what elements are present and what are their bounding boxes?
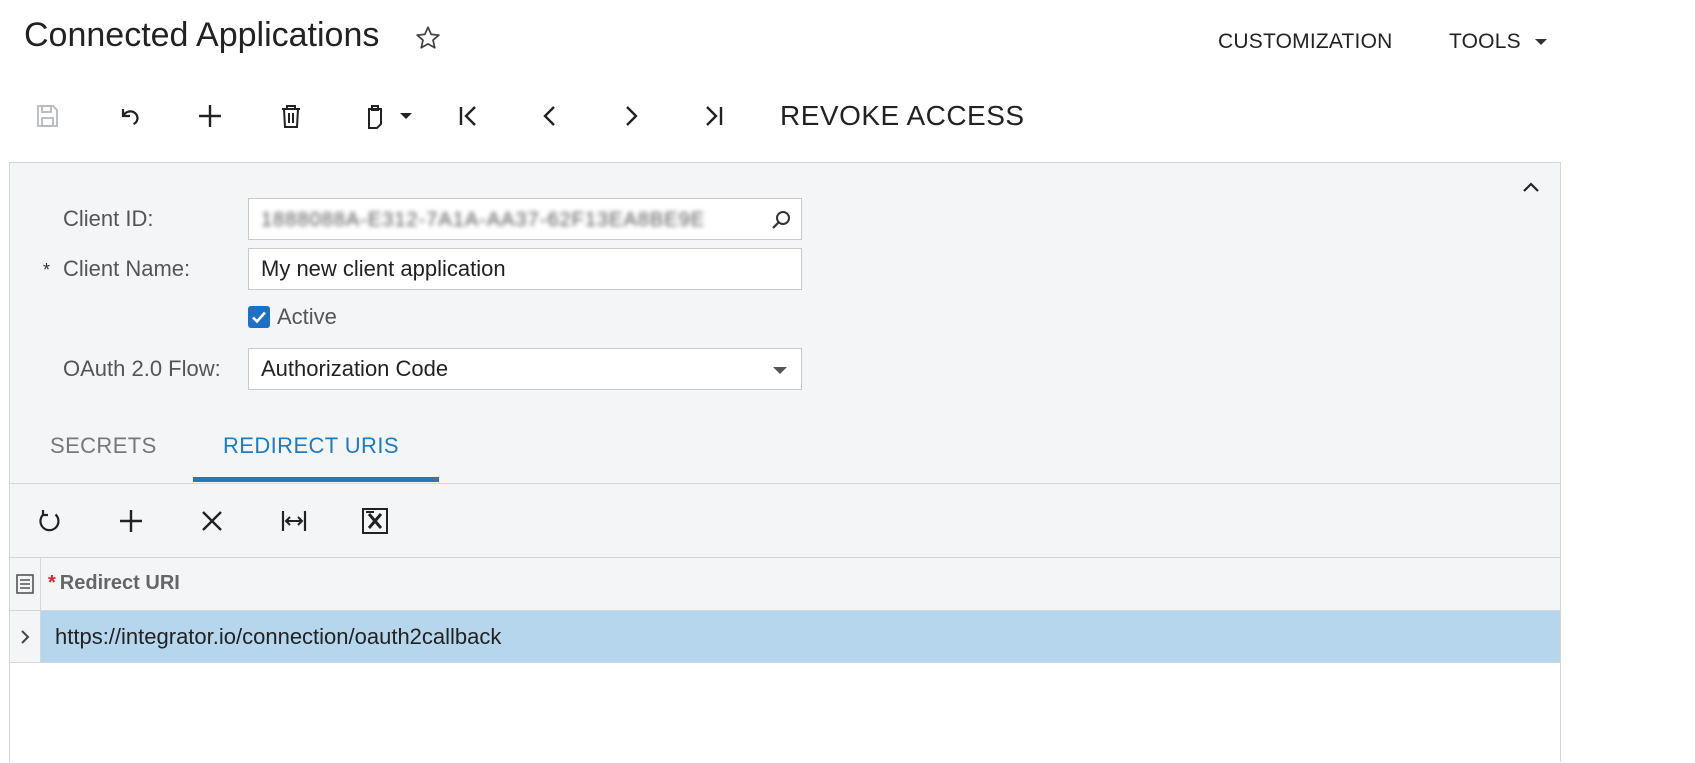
- save-button[interactable]: [21, 90, 73, 142]
- delete-icon: [282, 105, 300, 128]
- next-record-button[interactable]: [605, 90, 657, 142]
- refresh-button[interactable]: [28, 499, 72, 543]
- client-id-value: 1888088A-E312-7A1A-AA37-62F13EA8BE9E: [261, 209, 706, 231]
- tab-secrets[interactable]: SECRETS: [50, 433, 157, 459]
- export-excel-icon: [362, 508, 388, 534]
- delete-row-icon: [202, 511, 222, 531]
- clipboard-icon: [368, 105, 382, 129]
- client-name-value: My new client application: [261, 256, 506, 281]
- active-checkbox[interactable]: [248, 306, 270, 328]
- grid-empty-area: [10, 663, 1560, 763]
- chevron-right-icon[interactable]: [10, 611, 41, 662]
- chevron-down-icon: [400, 113, 412, 119]
- oauth-flow-select[interactable]: Authorization Code: [248, 348, 802, 390]
- favorite-star-icon[interactable]: [414, 24, 442, 52]
- refresh-icon: [39, 510, 60, 532]
- fit-columns-button[interactable]: [272, 499, 316, 543]
- tab-redirect-uris[interactable]: REDIRECT URIS: [223, 433, 399, 459]
- column-header-redirect-uri[interactable]: * Redirect URI: [48, 572, 180, 595]
- active-tab-indicator: [193, 477, 439, 482]
- grid-header: * Redirect URI: [10, 557, 1560, 611]
- first-record-button[interactable]: [443, 90, 495, 142]
- client-id-field[interactable]: 1888088A-E312-7A1A-AA37-62F13EA8BE9E: [248, 198, 802, 240]
- undo-icon: [121, 109, 139, 126]
- tools-menu-label: TOOLS: [1449, 30, 1521, 53]
- form-panel: Client ID: 1888088A-E312-7A1A-AA37-62F13…: [9, 162, 1561, 763]
- oauth-flow-value: Authorization Code: [261, 356, 449, 381]
- redirect-uri-value: https://integrator.io/connection/oauth2c…: [55, 624, 502, 649]
- chevron-up-icon[interactable]: [1520, 177, 1542, 199]
- required-marker: *: [43, 260, 51, 280]
- last-record-icon: [706, 106, 723, 126]
- chevron-down-icon: [1534, 39, 1547, 45]
- delete-button[interactable]: [265, 90, 317, 142]
- add-row-icon: [120, 510, 142, 532]
- customization-menu[interactable]: CUSTOMIZATION: [1218, 30, 1393, 54]
- required-marker: *: [48, 572, 56, 594]
- column-selector-icon[interactable]: [10, 558, 41, 610]
- delete-row-button[interactable]: [190, 499, 234, 543]
- page-title: Connected Applications: [24, 16, 380, 54]
- next-record-icon: [626, 106, 638, 126]
- add-icon: [199, 105, 221, 127]
- previous-record-icon: [543, 106, 555, 126]
- table-row[interactable]: https://integrator.io/connection/oauth2c…: [10, 611, 1560, 663]
- add-row-button[interactable]: [109, 499, 153, 543]
- client-name-label: Client Name:: [63, 256, 191, 281]
- column-header-label: Redirect URI: [59, 572, 180, 594]
- export-excel-button[interactable]: [353, 499, 397, 543]
- save-icon: [37, 105, 58, 127]
- search-icon[interactable]: [769, 208, 793, 232]
- record-toolbar: REVOKE ACCESS: [0, 90, 1100, 142]
- grid-toolbar: [10, 485, 1560, 557]
- tab-bar: SECRETS REDIRECT URIS: [10, 421, 1560, 484]
- undo-button[interactable]: [102, 90, 154, 142]
- revoke-access-button[interactable]: REVOKE ACCESS: [780, 100, 1025, 132]
- clipboard-button[interactable]: [346, 90, 426, 142]
- chevron-down-icon: [773, 367, 787, 374]
- first-record-icon: [459, 106, 476, 126]
- previous-record-button[interactable]: [524, 90, 576, 142]
- fit-columns-icon: [281, 511, 307, 531]
- client-name-input[interactable]: My new client application: [248, 248, 802, 290]
- tools-menu[interactable]: TOOLS: [1449, 30, 1547, 54]
- oauth-flow-label: OAuth 2.0 Flow:: [63, 356, 221, 381]
- active-label: Active: [277, 304, 337, 329]
- checkmark-icon: [252, 311, 266, 324]
- add-button[interactable]: [184, 90, 236, 142]
- last-record-button[interactable]: [687, 90, 739, 142]
- redirect-uri-cell[interactable]: https://integrator.io/connection/oauth2c…: [41, 611, 1560, 662]
- client-id-label: Client ID:: [63, 206, 154, 231]
- page-header: Connected Applications CUSTOMIZATION TOO…: [0, 0, 1695, 80]
